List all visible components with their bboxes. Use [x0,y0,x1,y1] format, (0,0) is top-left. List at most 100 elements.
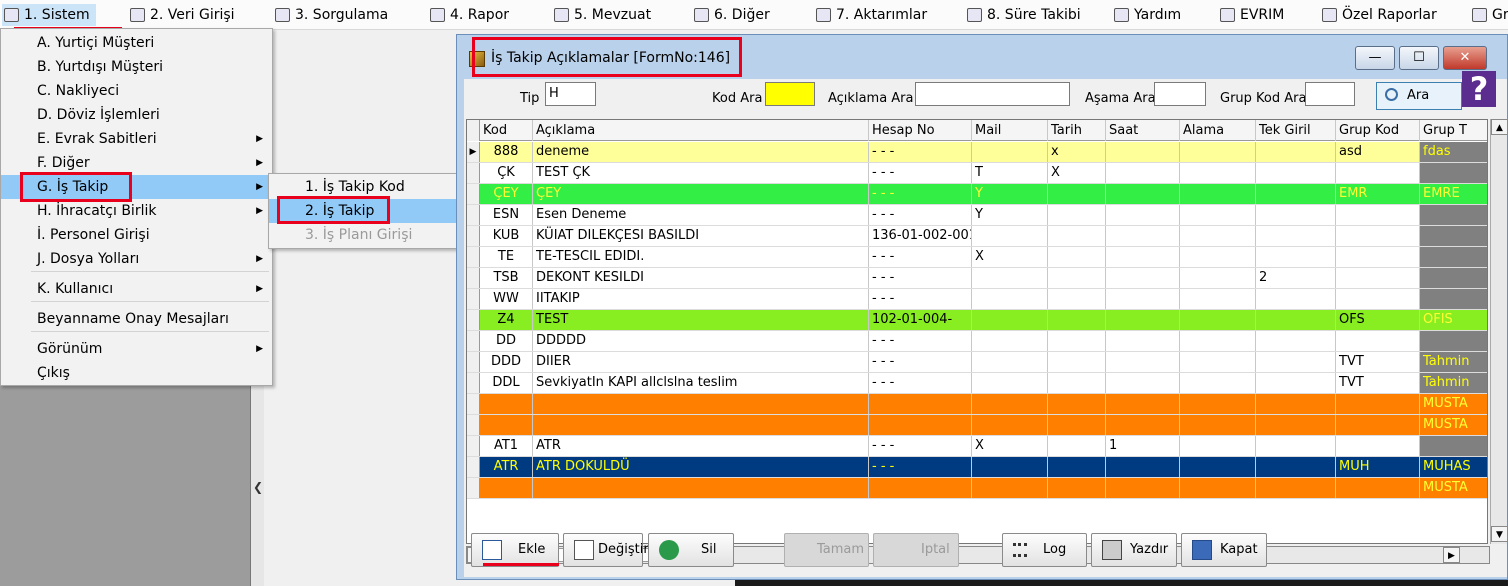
table-row[interactable]: WW IITAKIP - - - [467,289,1487,310]
asama-ara-input[interactable] [1154,82,1206,106]
menu-item-10[interactable]: EVRIM [1218,4,1284,26]
ekle-button[interactable]: Ekle [471,533,559,567]
minimize-button[interactable]: — [1355,46,1395,70]
table-cell[interactable]: MUSTA [1420,394,1487,414]
table-cell[interactable]: Z4 [480,310,533,330]
table-cell[interactable]: OFIS [1420,310,1487,330]
table-cell[interactable] [972,373,1048,393]
table-cell[interactable] [1180,289,1256,309]
table-cell[interactable] [1256,352,1336,372]
table-cell[interactable] [972,226,1048,246]
table-cell[interactable] [1256,289,1336,309]
table-cell[interactable] [1256,394,1336,414]
dropdown-item-10[interactable]: J. Dosya Yolları ▶ [1,247,272,271]
table-cell[interactable]: DDD [480,352,533,372]
table-row[interactable]: TE TE-TESCIL EDIDI. - - -X [467,247,1487,268]
dropdown-item-1[interactable]: A. Yurtiçi Müşteri [1,31,272,55]
row-indicator[interactable] [467,394,480,414]
table-cell[interactable] [1106,247,1180,267]
table-cell[interactable]: TVT [1336,373,1420,393]
table-cell[interactable] [1420,331,1487,351]
table-cell[interactable] [1256,205,1336,225]
table-cell[interactable] [1256,331,1336,351]
table-cell[interactable]: X [1048,163,1106,183]
menu-item-5[interactable]: 5. Mevzuat [552,4,651,26]
table-cell[interactable] [1420,205,1487,225]
table-cell[interactable] [1256,247,1336,267]
table-cell[interactable] [1336,478,1420,498]
kapat-button[interactable]: Kapat [1181,533,1267,567]
table-cell[interactable]: T [972,163,1048,183]
dropdown-item-5[interactable]: E. Evrak Sabitleri ▶ [1,127,272,151]
column-header[interactable]: Alama [1180,120,1256,141]
table-cell[interactable] [972,352,1048,372]
menu-item-8[interactable]: 8. Süre Takibi [965,4,1081,26]
table-cell[interactable] [1106,163,1180,183]
table-cell[interactable] [972,457,1048,477]
dropdown-item-14[interactable]: Çıkış [1,361,272,385]
table-cell[interactable] [480,478,533,498]
column-header[interactable]: Saat [1106,120,1180,141]
data-grid[interactable]: Kod Açıklama Hesap No Mail Tarih Saat Alama Tek… [466,119,1488,544]
menu-item-9[interactable]: Yardım [1112,4,1181,26]
table-cell[interactable] [1180,184,1256,204]
table-cell[interactable] [972,394,1048,414]
column-header[interactable]: Kod [480,120,533,141]
table-row[interactable]: DDL SevkiyatIn KAPI allclslna teslim - - … [467,373,1487,394]
table-cell[interactable] [1420,268,1487,288]
table-cell[interactable] [1256,163,1336,183]
table-row[interactable]: ATR ATR DOKULDÜ - - - MUH MUHAS [467,457,1487,478]
table-cell[interactable] [1336,268,1420,288]
table-cell[interactable] [480,394,533,414]
table-cell[interactable] [1256,310,1336,330]
table-cell[interactable] [972,478,1048,498]
table-cell[interactable] [1048,478,1106,498]
table-cell[interactable] [1106,310,1180,330]
table-row[interactable]: ÇEY ÇEY - - - Y EMR EMRE [467,184,1487,205]
yazdir-button[interactable]: Yazdır [1091,533,1177,567]
table-cell[interactable] [1106,457,1180,477]
table-cell[interactable] [1048,268,1106,288]
menu-item-7[interactable]: 7. Aktarımlar [814,4,927,26]
row-indicator[interactable] [467,289,480,309]
table-cell[interactable]: ATR DOKULDÜ [533,457,869,477]
table-cell[interactable] [1048,352,1106,372]
menu-item-1[interactable]: 1. Sistem [2,4,96,26]
table-cell[interactable]: DDDDD [533,331,869,351]
table-cell[interactable] [1336,163,1420,183]
table-cell[interactable]: MUHAS [1420,457,1487,477]
table-cell[interactable] [1048,247,1106,267]
table-cell[interactable] [1048,415,1106,435]
table-cell[interactable]: - - - [869,184,972,204]
dropdown-item-4[interactable]: D. Döviz İşlemleri [1,103,272,127]
table-cell[interactable]: KUB [480,226,533,246]
table-cell[interactable]: x [1048,142,1106,162]
table-cell[interactable] [533,415,869,435]
scroll-down-icon[interactable]: ▼ [1491,526,1508,542]
table-row[interactable]: DDD DIIER - - - TVT Tahmin [467,352,1487,373]
table-cell[interactable] [1048,289,1106,309]
maximize-button[interactable]: ☐ [1399,46,1439,70]
menu-item-6[interactable]: 6. Diğer [692,4,770,26]
kod-ara-input[interactable] [765,82,815,106]
table-cell[interactable]: DD [480,331,533,351]
table-cell[interactable] [1106,289,1180,309]
table-cell[interactable] [1180,142,1256,162]
table-cell[interactable] [1256,457,1336,477]
table-cell[interactable] [972,331,1048,351]
table-row[interactable]: KUB KÜIAT DILEKÇESI BASILDI 136-01-002-001 [467,226,1487,247]
table-cell[interactable]: - - - [869,268,972,288]
row-indicator[interactable] [467,352,480,372]
table-cell[interactable] [1420,163,1487,183]
scroll-up-icon[interactable]: ▲ [1491,119,1508,135]
table-cell[interactable]: KÜIAT DILEKÇESI BASILDI [533,226,869,246]
table-cell[interactable] [533,478,869,498]
table-cell[interactable]: deneme [533,142,869,162]
table-cell[interactable]: TVT [1336,352,1420,372]
table-cell[interactable] [1180,205,1256,225]
table-row[interactable]: DD DDDDD - - - [467,331,1487,352]
table-row[interactable]: MUSTA [467,478,1487,499]
dropdown-item-12[interactable]: Beyanname Onay Mesajları [1,307,272,331]
sil-button[interactable]: Sil [648,533,734,567]
table-cell[interactable]: - - - [869,289,972,309]
